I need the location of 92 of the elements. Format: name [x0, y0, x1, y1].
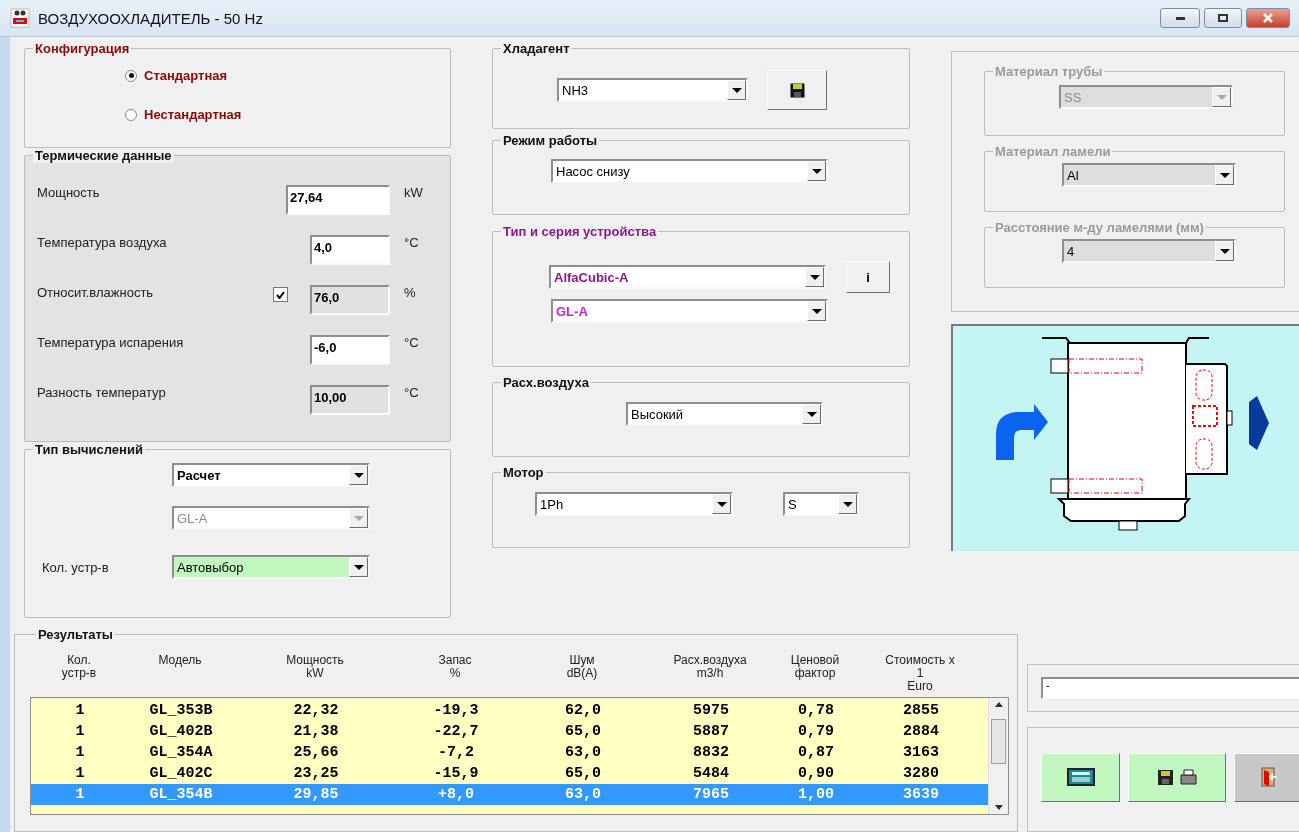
field-label: Мощность [37, 185, 101, 200]
column-header: Мощность kW [286, 652, 344, 680]
save-button[interactable] [767, 70, 827, 110]
dropdown[interactable]: Насос снизу [551, 159, 828, 183]
column-header: Кол. устр-в [61, 652, 97, 680]
column-header: Расх.воздуха m3/h [673, 652, 747, 680]
column-header: Модель [158, 652, 202, 667]
unit-label: °C [403, 385, 420, 400]
check-icon [276, 290, 285, 299]
input-field[interactable]: - [1041, 676, 1299, 699]
unit-label: kW [403, 185, 424, 200]
caret-icon [353, 472, 364, 478]
group-title: Конфигурация [33, 41, 132, 56]
dropdown[interactable]: 1Ph [535, 492, 733, 516]
minimize-icon [1175, 16, 1185, 20]
caret-icon [811, 168, 822, 174]
column-header: Стоимость x 1 Euro [885, 652, 955, 693]
floppy-and-printer-icon [1157, 768, 1197, 787]
field-label: Относит.влажность [37, 285, 155, 300]
caret-icon [731, 87, 742, 93]
result-row[interactable]: 1 GL_402C 23,25 -15,9 65,0 5484 0,90 3280 [31, 763, 988, 784]
checkbox[interactable] [273, 287, 288, 302]
dropdown[interactable]: Автовыбор [172, 555, 370, 579]
group-title: Термические данные [33, 148, 174, 163]
caret-icon [1219, 172, 1230, 178]
triangle-icon [994, 805, 1003, 810]
app-icon [10, 8, 30, 28]
caret-icon [353, 564, 364, 570]
dropdown[interactable]: 4 [1062, 239, 1236, 263]
group-title: Мотор [501, 465, 546, 480]
dropdown[interactable]: S [783, 492, 859, 516]
caret-icon [842, 501, 853, 507]
maximize-button[interactable] [1204, 8, 1242, 28]
scroll-up-icon [994, 702, 1003, 707]
field-label: Температура испарения [37, 335, 185, 350]
caret-icon [806, 411, 817, 417]
group-title: Режим работы [501, 133, 600, 148]
result-row[interactable]: 1 GL_402B 21,38 -22,7 65,0 5887 0,79 2884 [31, 721, 988, 742]
dropdown[interactable]: AlfaCubic-A [549, 265, 826, 289]
group-title: Хладагент [501, 41, 572, 56]
dropdown[interactable]: Al [1062, 163, 1236, 187]
save-print-button[interactable] [1128, 752, 1226, 802]
dropdown[interactable]: Расчет [172, 463, 370, 487]
column-header: Запас % [438, 652, 472, 680]
input-field[interactable]: -6,0 [310, 335, 390, 365]
exit-button[interactable] [1234, 752, 1299, 802]
dropdown[interactable]: GL-A [551, 299, 828, 323]
group-title: Расстояние м-ду ламелями (мм) [993, 220, 1206, 235]
radio-label[interactable]: Стандартная [144, 68, 228, 83]
group-title: Тип вычислений [33, 442, 145, 457]
caret-icon [1219, 248, 1230, 254]
column-header: Ценовой фактор [790, 652, 840, 680]
caret-icon [1216, 94, 1227, 100]
caret-icon [811, 308, 822, 314]
dropdown[interactable]: Высокий [626, 402, 823, 426]
input-field[interactable]: 4,0 [310, 235, 390, 265]
close-icon [1263, 13, 1273, 23]
curved-arrow-icon [996, 404, 1048, 460]
field-label: Кол. устр-в [42, 559, 110, 575]
info-button[interactable]: i [846, 261, 890, 293]
scrollbar[interactable] [988, 698, 1008, 814]
window-title: ВОЗДУХООХЛАДИТЕЛЬ - 50 Hz [38, 9, 264, 27]
unit-label: % [403, 285, 417, 300]
input-field[interactable]: 76,0 [310, 285, 390, 315]
close-button[interactable] [1246, 8, 1290, 28]
group-title: Материал ламели [993, 144, 1113, 159]
group-title: Результаты [36, 627, 115, 642]
calculator-icon [1066, 768, 1095, 787]
exit-door-icon [1260, 767, 1278, 788]
caret-icon [716, 501, 727, 507]
field-label: Разность температур [37, 385, 167, 400]
radio-button[interactable] [125, 108, 137, 121]
caret-icon [809, 274, 820, 280]
radio-button[interactable] [125, 69, 137, 82]
result-row[interactable]: 1 GL_354A 25,66 -7,2 63,0 8832 0,87 3163 [31, 742, 988, 763]
result-row[interactable]: 1 GL_353B 22,32 -19,3 62,0 5975 0,78 2855 [31, 700, 988, 721]
dropdown[interactable]: NH3 [557, 78, 748, 102]
group-title: Материал трубы [993, 64, 1105, 79]
input-field[interactable]: 27,64 [286, 185, 390, 215]
radio-label[interactable]: Нестандартная [144, 107, 242, 122]
maximize-icon [1218, 14, 1228, 22]
group-title: Тип и серия устройства [501, 224, 659, 239]
field-label: Температура воздуха [37, 235, 168, 250]
minimize-button[interactable] [1160, 8, 1200, 28]
unit-label: °C [403, 335, 420, 350]
input-field[interactable]: 10,00 [310, 385, 390, 415]
caret-icon [353, 515, 364, 521]
unit-label: °C [403, 235, 420, 250]
arrow-icon [1249, 396, 1269, 450]
column-header: Шум dB(A) [566, 652, 598, 680]
calculator-button[interactable] [1041, 752, 1120, 802]
group-title: Расх.воздуха [501, 375, 591, 390]
